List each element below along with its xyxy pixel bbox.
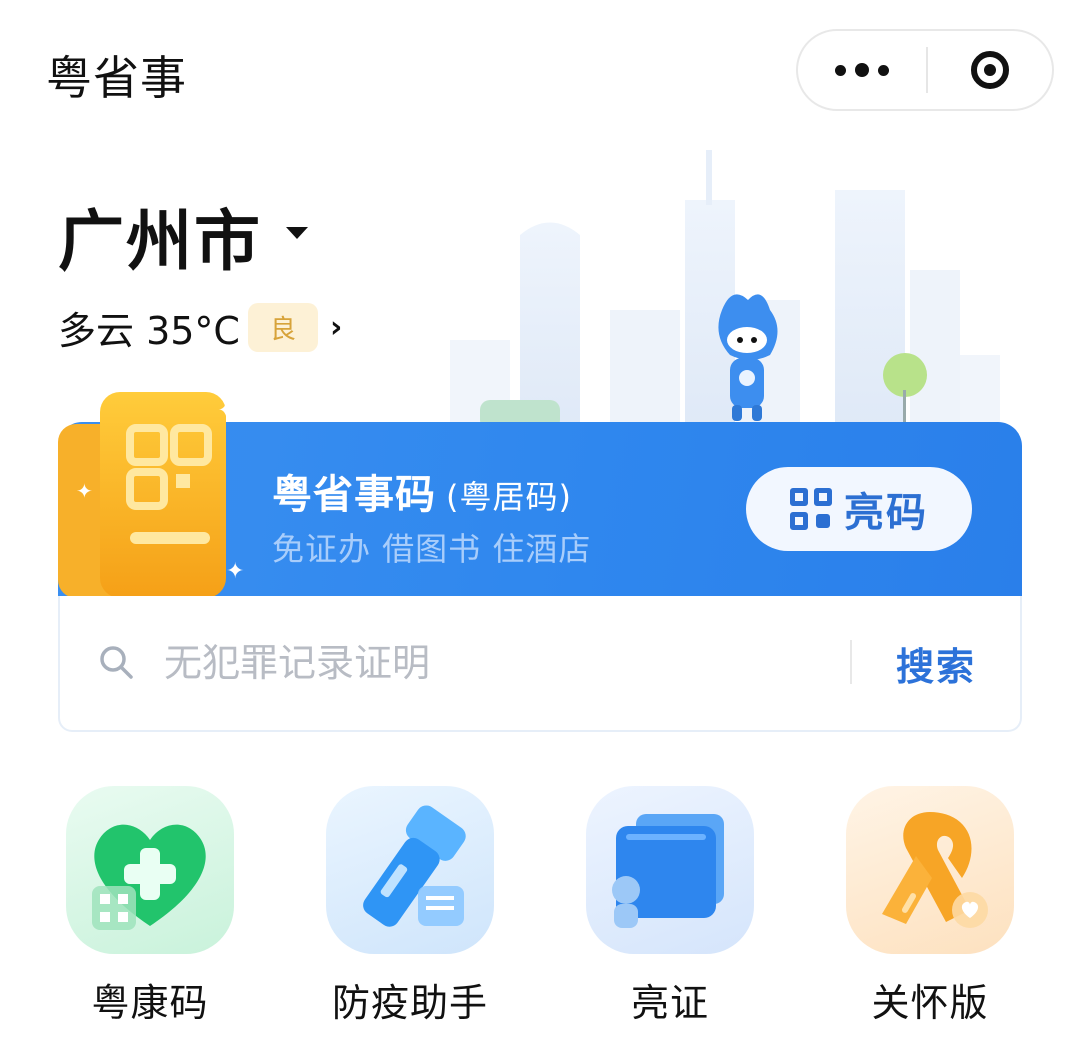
code-subtitle-text: (粤居码) (446, 478, 572, 516)
service-label: 亮证 (630, 981, 709, 1025)
city-skyline-illustration (450, 150, 1000, 430)
weather-text: 多云 35°C (58, 309, 240, 353)
service-epidemic-assistant[interactable]: 防疫助手 (324, 786, 496, 1027)
mini-program-capsule (796, 29, 1054, 111)
service-show-certificate[interactable]: 亮证 (584, 786, 756, 1027)
caret-down-icon (286, 227, 308, 239)
blue-flashlight-icon (326, 786, 494, 954)
blue-wallet-card-icon (586, 786, 754, 954)
orange-ribbon-icon (846, 786, 1014, 954)
city-selector[interactable]: 广州市 (58, 188, 308, 284)
svg-text:✦: ✦ (218, 400, 233, 421)
city-name: 广州市 (58, 203, 262, 280)
show-code-button[interactable]: 亮码 (746, 467, 972, 551)
qr-code-card-icon: ✦ ✦ ✦ (58, 392, 244, 598)
service-health-code[interactable]: 粤康码 (64, 786, 236, 1027)
service-label: 防疫助手 (331, 981, 488, 1025)
search-icon (100, 646, 133, 679)
code-card-title: 粤省事码 (粤居码) (272, 462, 572, 520)
svg-text:✦: ✦ (226, 559, 244, 584)
code-title-text: 粤省事码 (272, 472, 436, 518)
app-title: 粤省事 (46, 51, 187, 105)
service-care-version[interactable]: 关怀版 (844, 786, 1016, 1027)
service-label: 粤康码 (91, 981, 209, 1025)
more-dots-icon[interactable] (798, 31, 926, 109)
svg-text:✦: ✦ (76, 479, 93, 503)
search-bar: 搜索 (58, 596, 1022, 732)
qr-code-icon (790, 488, 832, 530)
chevron-right-icon: › (329, 310, 343, 345)
close-circle-icon (971, 51, 1009, 89)
green-heart-health-code-icon (66, 786, 234, 954)
search-divider (850, 640, 852, 684)
service-label: 关怀版 (871, 981, 989, 1025)
aqi-badge: 良 (247, 303, 318, 352)
show-code-label: 亮码 (844, 490, 928, 536)
weather-info[interactable]: 多云 35°C 良 › (58, 300, 342, 355)
close-button[interactable] (928, 31, 1052, 109)
search-button[interactable]: 搜索 (896, 636, 976, 691)
search-input[interactable] (162, 634, 806, 692)
code-card-description: 免证办 借图书 住酒店 (272, 530, 592, 568)
